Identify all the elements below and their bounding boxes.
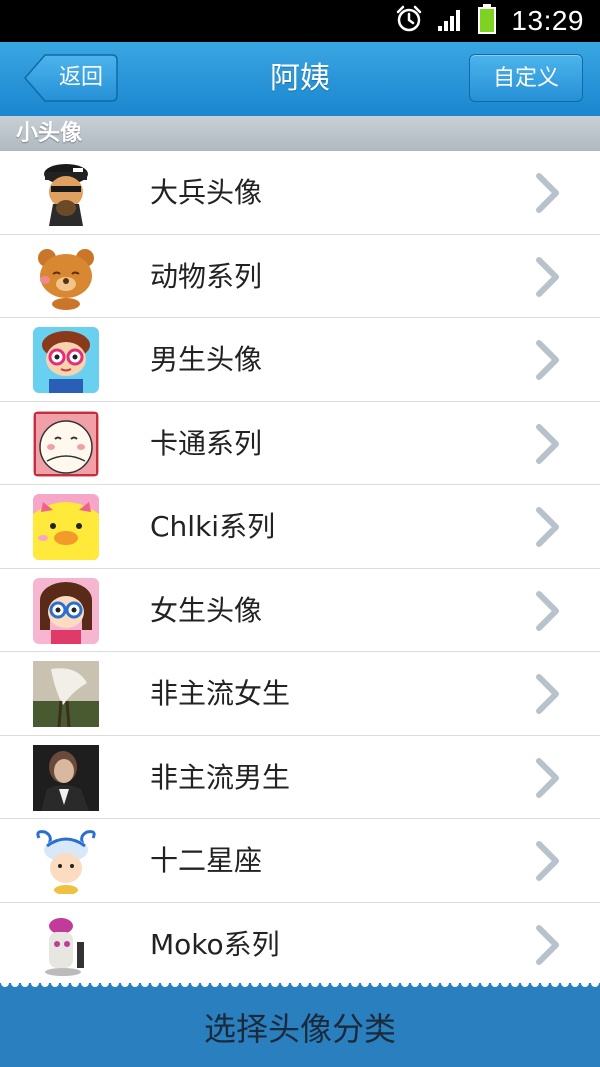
list-item[interactable]: Moko系列 [0,902,600,983]
list-item-label: 大兵头像 [150,176,263,209]
bear-avatar-icon [33,243,99,310]
photo-woman-avatar-icon [33,661,99,727]
chevron-right-icon [536,507,559,547]
status-bar: 13:29 [0,0,600,42]
list-item-label: Chlki系列 [150,510,276,543]
signal-icon [437,6,463,36]
section-header: 小头像 [0,116,600,151]
chevron-right-icon [536,674,559,714]
chevron-right-icon [536,340,559,380]
list-item[interactable]: 男生头像 [0,318,600,402]
moko-avatar-icon [33,911,99,978]
list-item[interactable]: 非主流女生 [0,652,600,736]
list-item-label: 卡通系列 [150,426,263,460]
chevron-right-icon [536,256,559,297]
select-category-button[interactable]: 选择头像分类 [0,991,600,1067]
list-item[interactable]: 十二星座 [0,819,600,903]
list-item[interactable]: 非主流男生 [0,735,600,819]
alarm-icon [395,5,423,37]
cartoon-avatar-icon [33,410,99,477]
scallop-edge [0,983,600,991]
list-item[interactable]: Chlki系列 [0,485,600,569]
boy-avatar-icon [33,327,99,393]
photo-man-avatar-icon [33,744,99,811]
list-item[interactable]: 大兵头像 [0,151,600,235]
battery-icon [477,3,497,39]
list-item[interactable]: 动物系列 [0,234,600,318]
chevron-right-icon [536,757,559,798]
list-item-label: 男生头像 [150,343,263,376]
custom-button[interactable]: 自定义 [469,54,583,102]
chevron-right-icon [536,590,559,631]
list-item-label: Moko系列 [150,927,280,961]
chevron-right-icon [536,173,559,213]
nav-bar: 返回 阿姨 自定义 [0,42,600,117]
list-item-label: 动物系列 [150,259,263,293]
select-category-bar[interactable]: 选择头像分类 [0,983,600,1067]
list-item-label: 女生头像 [150,593,263,627]
chick-avatar-icon [33,494,99,560]
list-item-label: 非主流女生 [150,677,291,710]
list-item[interactable]: 卡通系列 [0,401,600,485]
soldier-avatar-icon [33,160,99,226]
zodiac-avatar-icon [33,828,99,894]
chevron-right-icon [536,423,559,464]
category-list: 大兵头像 动物系列 男生头像 卡通系列 Chlki系列 女生头像 非主流女生 非… [0,151,600,983]
status-time: 13:29 [511,5,584,36]
list-item[interactable]: 女生头像 [0,568,600,652]
girl-avatar-icon [33,577,99,644]
chevron-right-icon [536,924,559,965]
status-icons: 13:29 [395,0,584,42]
list-item-label: 十二星座 [150,844,263,877]
list-item-label: 非主流男生 [150,760,291,794]
chevron-right-icon [536,841,559,881]
